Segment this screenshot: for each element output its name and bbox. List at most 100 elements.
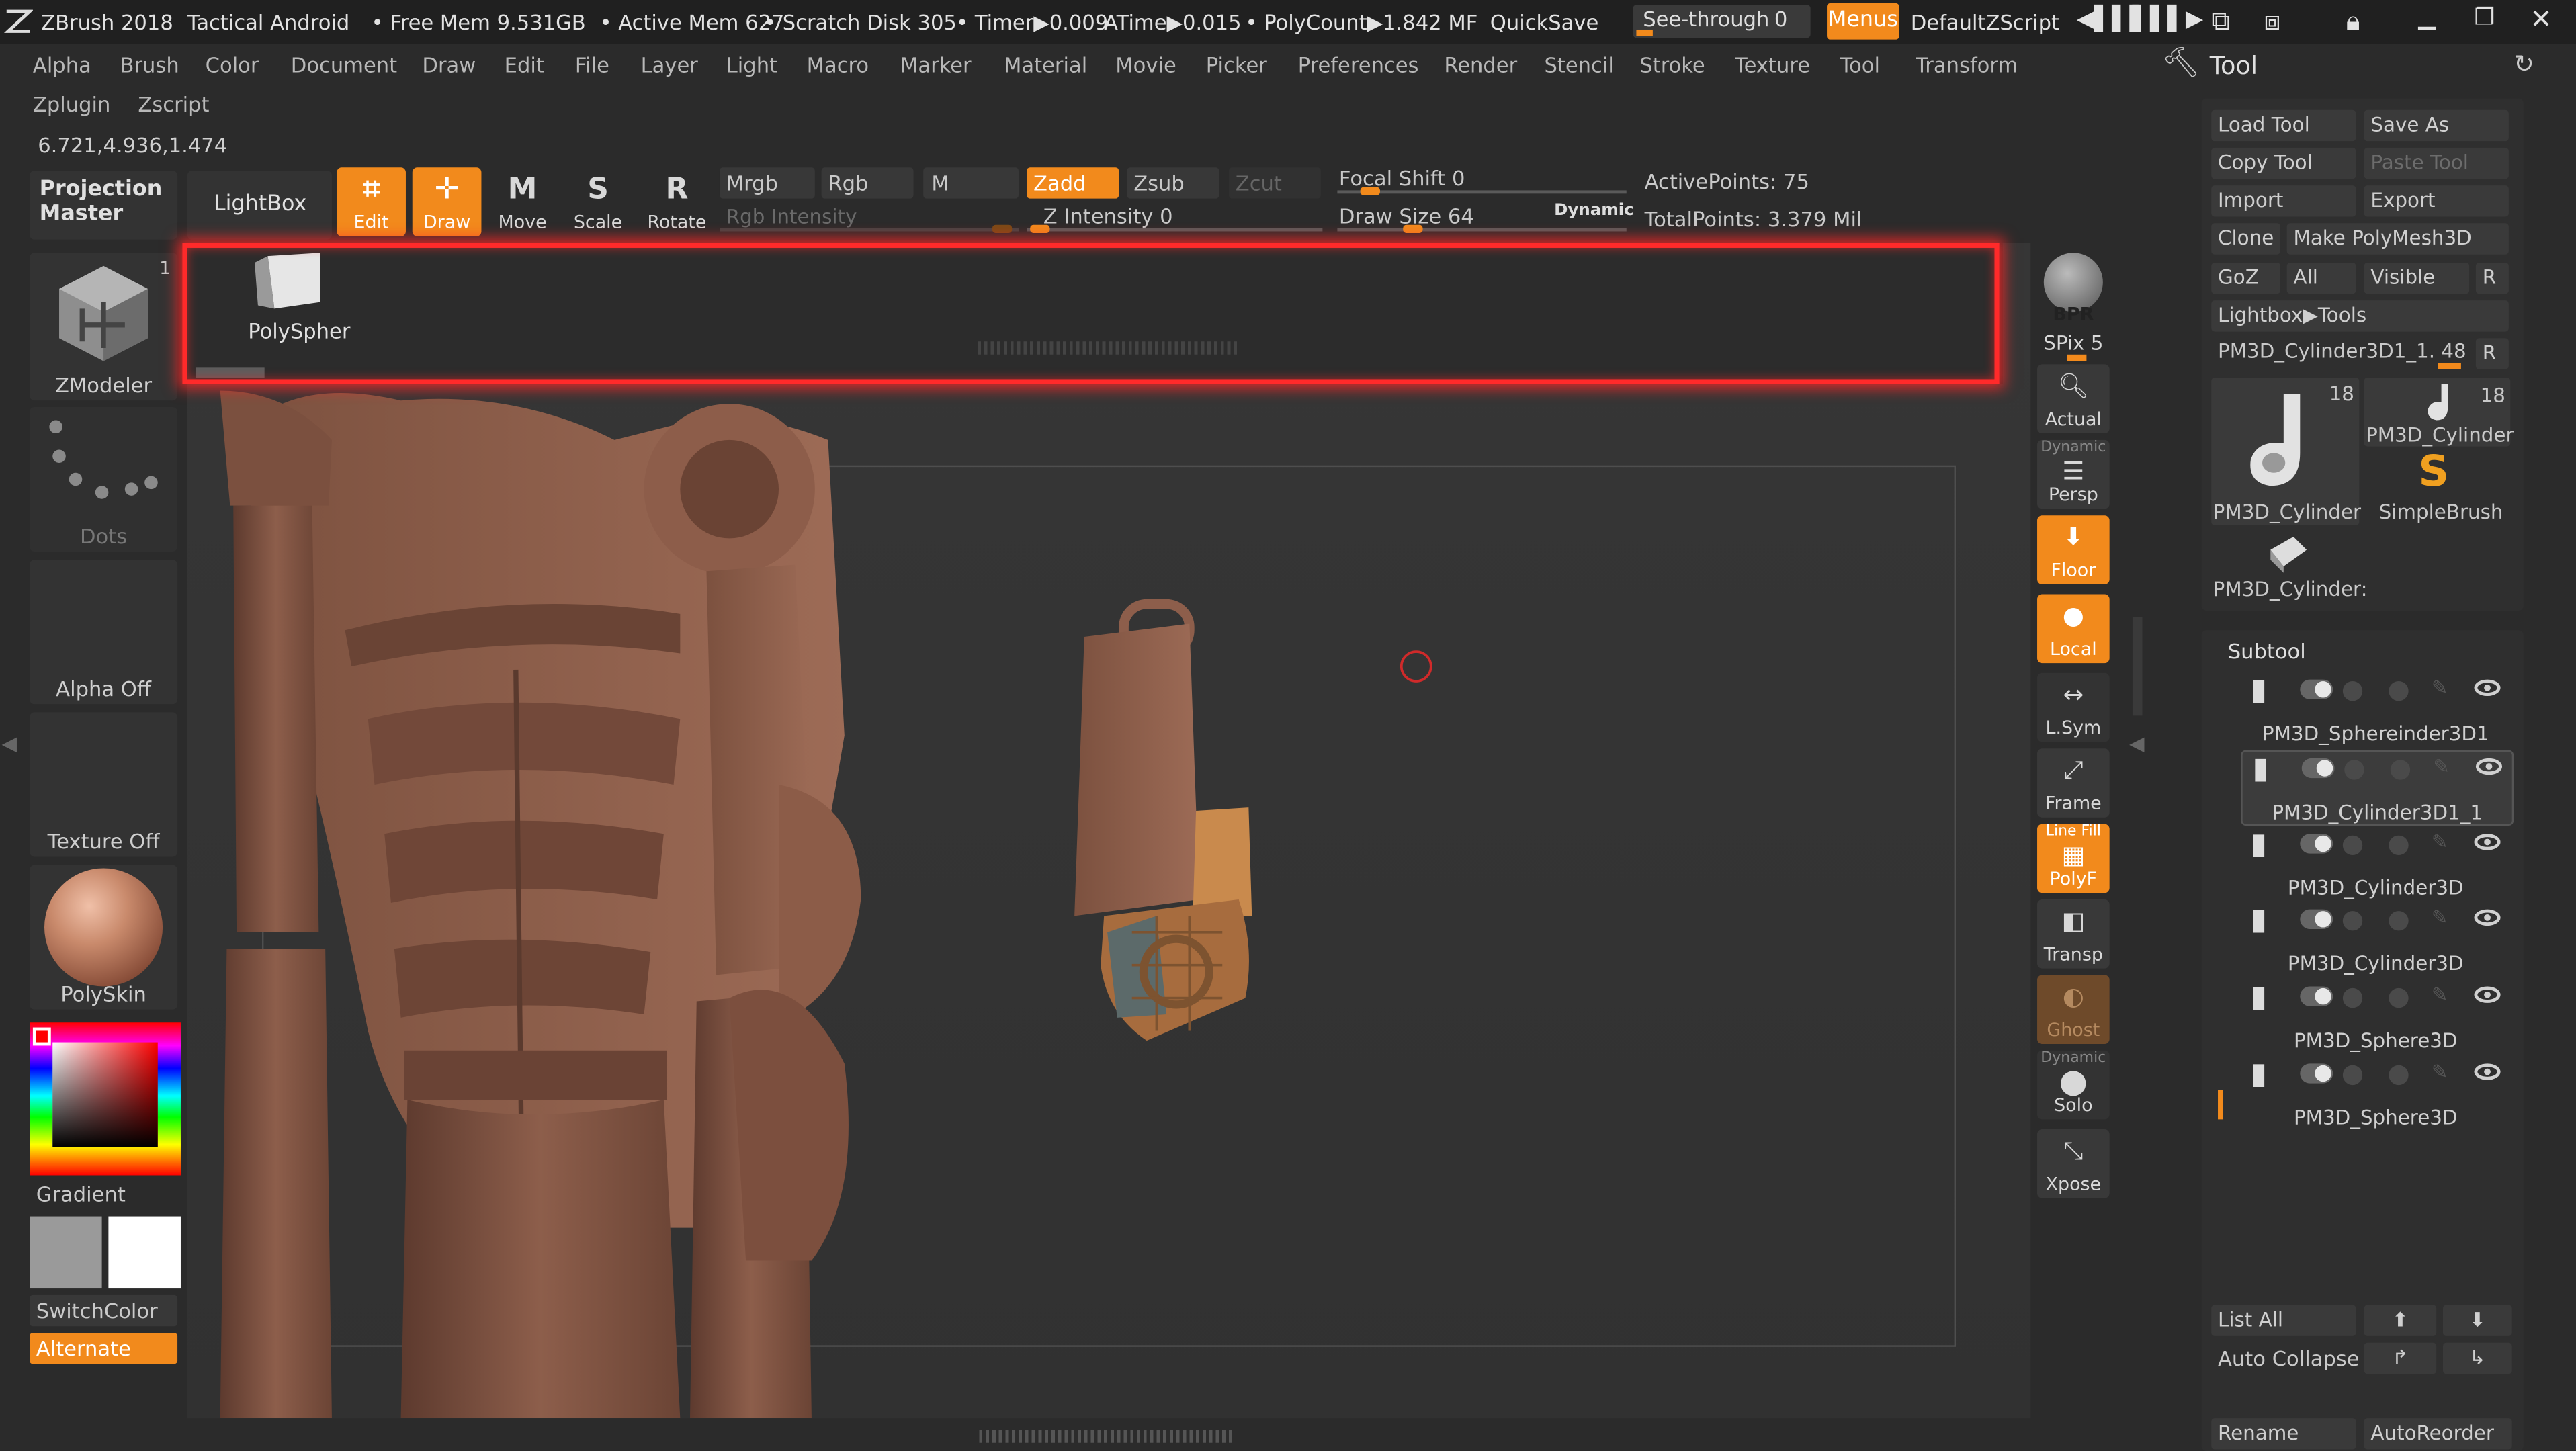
ghost-button[interactable]: ◐ Ghost	[2037, 975, 2110, 1045]
m-button[interactable]: M	[923, 167, 1019, 199]
subtool-polypaint-icon[interactable]	[2342, 834, 2363, 855]
subtool-brush-icon[interactable]: ✎	[2432, 830, 2448, 852]
bpr-render-button[interactable]: BPR	[2037, 253, 2110, 328]
subtool-visibility-toggle[interactable]	[2301, 758, 2335, 778]
subtool-mask-icon[interactable]	[2389, 681, 2409, 701]
brush-slot[interactable]: 1 ZModeler	[30, 253, 178, 401]
solo-button[interactable]: Dynamic ⬤ Solo	[2037, 1050, 2110, 1120]
menu-preferences[interactable]: Preferences	[1298, 52, 1419, 77]
make-polymesh-button[interactable]: Make PolyMesh3D	[2286, 223, 2509, 255]
goz-visible-button[interactable]: Visible	[2364, 262, 2470, 294]
projection-master-button[interactable]: Projection Master	[30, 171, 178, 240]
bottom-tray-handle[interactable]	[979, 1430, 1236, 1443]
menu-zplugin[interactable]: Zplugin	[33, 92, 110, 117]
tool-thumb-simplebrush[interactable]: S SimpleBrush	[2364, 448, 2511, 525]
color-square[interactable]	[52, 1042, 158, 1147]
color-picker-marker[interactable]	[32, 1027, 51, 1046]
lightbox-button[interactable]: LightBox	[187, 171, 332, 240]
arrow-up-right-icon[interactable]: ↱	[2364, 1342, 2437, 1374]
document-canvas[interactable]	[187, 243, 2031, 1419]
zsub-button[interactable]: Zsub	[1127, 167, 1219, 199]
menu-transform[interactable]: Transform	[1916, 52, 2018, 77]
subtool-item[interactable]: ✎ ▮ PM3D_Cylinder3D1_1	[2241, 750, 2514, 826]
subtool-mask-icon[interactable]	[2389, 988, 2409, 1008]
menu-edit[interactable]: Edit	[505, 52, 544, 77]
subtool-eye-icon[interactable]	[2474, 679, 2501, 697]
subtool-polypaint-icon[interactable]	[2342, 988, 2363, 1008]
menu-marker[interactable]: Marker	[900, 52, 972, 77]
paste-tool-button[interactable]: Paste Tool	[2364, 147, 2509, 179]
draw-button[interactable]: ✛ Draw	[412, 167, 482, 236]
subtool-brush-icon[interactable]: ✎	[2432, 676, 2448, 699]
subtool-polypaint-icon[interactable]	[2342, 1065, 2363, 1086]
rename-button[interactable]: Rename	[2211, 1418, 2356, 1450]
menu-alpha[interactable]: Alpha	[33, 52, 91, 77]
layout-right-icon[interactable]: ▌▌▌▶	[2133, 7, 2203, 33]
load-tool-button[interactable]: Load Tool	[2211, 109, 2356, 142]
transp-button[interactable]: ◧ Transp	[2037, 899, 2110, 969]
menu-file[interactable]: File	[575, 52, 609, 77]
z-intensity-slider[interactable]: Z Intensity 0	[1027, 204, 1323, 233]
quicksave-button[interactable]: QuickSave	[1490, 10, 1598, 35]
primary-color-swatch[interactable]	[108, 1216, 181, 1289]
tool-panel-title[interactable]: Tool	[2210, 51, 2258, 81]
copy-tool-button[interactable]: Copy Tool	[2211, 147, 2356, 179]
subtool-visibility-toggle[interactable]	[2300, 679, 2333, 699]
goz-r-button[interactable]: R	[2475, 262, 2509, 294]
subtool-item[interactable]: ✎ ▮ PM3D_Sphereinder3D1	[2241, 673, 2510, 745]
android-model-viewport[interactable]	[187, 243, 2031, 1419]
left-tray-toggle-icon[interactable]: ◀	[1, 732, 17, 755]
restore-icon[interactable]: ❐	[2474, 5, 2495, 31]
menu-picker[interactable]: Picker	[1206, 52, 1267, 77]
subtool-polypaint-icon[interactable]	[2342, 681, 2363, 701]
actual-button[interactable]: 🔍︎ Actual	[2037, 364, 2110, 434]
close-icon[interactable]: ✕	[2530, 3, 2552, 34]
subtool-item[interactable]: ✎ ▮ PM3D_Sphere3D	[2241, 980, 2510, 1053]
local-button[interactable]: ● Local	[2037, 594, 2110, 664]
scale-button[interactable]: S Scale	[564, 167, 633, 236]
arrow-down-right-icon[interactable]: ↳	[2443, 1342, 2512, 1374]
subtool-visibility-toggle[interactable]	[2300, 910, 2333, 930]
list-all-button[interactable]: List All	[2211, 1305, 2356, 1336]
rotate-button[interactable]: R Rotate	[642, 167, 712, 236]
focal-shift-slider[interactable]: Focal Shift 0	[1337, 164, 1627, 197]
menu-draw[interactable]: Draw	[422, 52, 476, 77]
subtool-item[interactable]: ✎ ▮ PM3D_Cylinder3D	[2241, 826, 2510, 899]
mrgb-button[interactable]: Mrgb	[719, 167, 815, 199]
move-button[interactable]: M Move	[488, 167, 557, 236]
subtool-eye-icon[interactable]	[2474, 1063, 2501, 1080]
edit-button[interactable]: ⌗ Edit	[337, 167, 406, 236]
xpose-button[interactable]: ⤡ Xpose	[2037, 1129, 2110, 1198]
rgb-intensity-slider[interactable]: Rgb Intensity	[719, 204, 1019, 233]
export-button[interactable]: Export	[2364, 185, 2509, 217]
move-up-icon[interactable]: ⬆	[2364, 1305, 2437, 1336]
tool-thumb-cylinder-3[interactable]: PM3D_Cylinder:	[2211, 530, 2367, 603]
subtool-eye-icon[interactable]	[2475, 758, 2503, 775]
tool-thumb-cylinder-large[interactable]: 18 PM3D_Cylinder	[2211, 377, 2361, 525]
goz-button[interactable]: GoZ	[2211, 262, 2280, 294]
alpha-slot[interactable]: Alpha Off	[30, 560, 178, 705]
spix-slider[interactable]: SPix 5	[2037, 325, 2110, 361]
subtool-eye-icon[interactable]	[2474, 986, 2501, 1004]
lsym-button[interactable]: ↔ L.Sym	[2037, 672, 2110, 742]
subtool-brush-icon[interactable]: ✎	[2433, 754, 2450, 777]
menu-tool[interactable]: Tool	[1840, 52, 1880, 77]
subtool-item[interactable]: ✎ ▮ PM3D_Cylinder3D	[2241, 904, 2510, 975]
current-tool-slider[interactable]: PM3D_Cylinder3D1_1. 48	[2211, 337, 2469, 369]
menu-material[interactable]: Material	[1004, 52, 1087, 77]
menu-render[interactable]: Render	[1444, 52, 1517, 77]
polyf-button[interactable]: Line Fill ▦ PolyF	[2037, 824, 2110, 893]
frame-button[interactable]: ⤢ Frame	[2037, 748, 2110, 818]
clone-button[interactable]: Clone	[2211, 223, 2280, 255]
floor-button[interactable]: ⬇ Floor	[2037, 515, 2110, 584]
interface-layout-icon[interactable]: ⧉	[2211, 5, 2230, 38]
lightbox-tools-button[interactable]: Lightbox▶Tools	[2211, 300, 2509, 332]
gradient-label[interactable]: Gradient	[36, 1182, 126, 1206]
alternate-button[interactable]: Alternate	[30, 1333, 178, 1364]
subtool-scroll-indicator[interactable]	[2218, 1090, 2223, 1120]
default-zscript-button[interactable]: DefaultZScript	[1911, 10, 2059, 35]
zadd-button[interactable]: Zadd	[1027, 167, 1119, 199]
see-through-slider[interactable]: See-through 0	[1633, 5, 1811, 38]
menu-stroke[interactable]: Stroke	[1639, 52, 1705, 77]
subtool-polypaint-icon[interactable]	[2342, 912, 2363, 932]
